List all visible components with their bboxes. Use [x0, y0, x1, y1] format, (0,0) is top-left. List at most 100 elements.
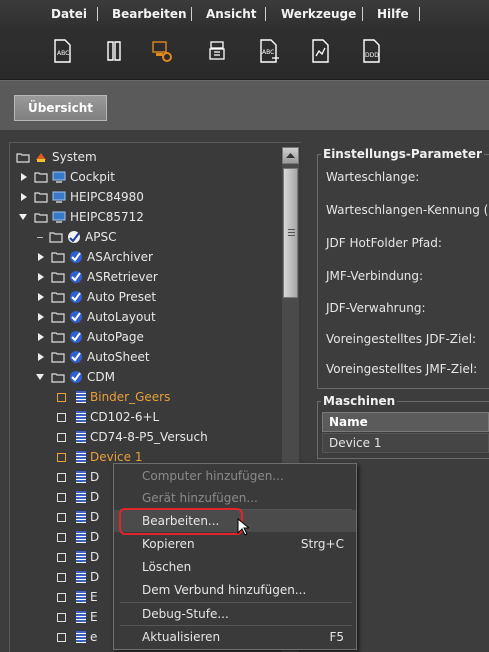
tree-item-cd74[interactable]: CD74-8-P5_Versuch	[57, 427, 208, 447]
param-jmf-ziel: Voreingestelltes JMF-Ziel:	[326, 362, 478, 376]
checkbox-icon[interactable]	[57, 412, 66, 422]
folder-open-icon	[51, 372, 65, 383]
layout-icon[interactable]	[103, 38, 125, 64]
folder-icon	[51, 291, 65, 303]
device-icon	[76, 411, 86, 423]
tree-item-device[interactable]: D	[57, 547, 99, 567]
menu-item-debug-stufe[interactable]: Debug-Stufe...	[114, 603, 356, 625]
checkbox-icon[interactable]	[57, 492, 66, 502]
checkbox-icon[interactable]	[57, 512, 66, 522]
tree-item-auto-preset[interactable]: Auto Preset	[37, 287, 156, 307]
tree-item-heipc85712[interactable]: HEIPC85712	[18, 207, 144, 227]
menu-bearbeiten[interactable]: Bearbeiten	[112, 7, 187, 21]
collapse-arrow-icon[interactable]	[35, 373, 45, 381]
menu-ansicht[interactable]: Ansicht	[206, 7, 256, 21]
ddd-document-icon[interactable]: DDD	[360, 38, 382, 64]
system-icon	[36, 153, 46, 162]
tree-item-device[interactable]: D	[57, 507, 99, 527]
checkbox-icon[interactable]	[57, 612, 66, 622]
param-warteschlange: Warteschlange:	[326, 170, 420, 184]
tree-item-device[interactable]: E	[57, 587, 98, 607]
tree-item-device[interactable]: D	[57, 567, 99, 587]
menu-hilfe[interactable]: Hilfe	[377, 7, 409, 21]
checkbox-icon[interactable]	[57, 452, 66, 462]
folder-open-icon	[16, 152, 30, 163]
menu-item-kopieren[interactable]: Kopieren Strg+C	[114, 533, 356, 555]
checkbox-icon[interactable]	[57, 472, 66, 482]
tab-uebersicht[interactable]: Übersicht	[14, 95, 107, 121]
chart-document-icon[interactable]	[309, 38, 331, 64]
tree-item-cdm[interactable]: CDM	[35, 367, 115, 387]
expand-arrow-icon[interactable]	[37, 332, 45, 342]
device-icon	[76, 451, 86, 463]
tree-item-asretriever[interactable]: ASRetriever	[37, 267, 158, 287]
param-jdf-verwahrung: JDF-Verwahrung:	[326, 301, 426, 315]
document-abc-icon[interactable]: ABC	[51, 38, 73, 64]
service-icon	[70, 251, 82, 263]
expand-arrow-icon[interactable]	[37, 312, 45, 322]
checkbox-icon[interactable]	[57, 552, 66, 562]
checkbox-icon[interactable]	[57, 572, 66, 582]
tree-item-device[interactable]: D	[57, 487, 99, 507]
expand-arrow-icon[interactable]	[37, 252, 45, 262]
param-jmf-verbindung: JMF-Verbindung:	[326, 269, 424, 283]
scroll-up-button[interactable]	[282, 147, 299, 164]
menu-bar: Datei Bearbeiten Ansicht Werkzeuge Hilfe	[0, 0, 489, 30]
tree-item-heipc84980[interactable]: HEIPC84980	[20, 187, 144, 207]
tree-item-device[interactable]: e	[57, 627, 97, 647]
param-jdf-hotfolder: JDF HotFolder Pfad:	[326, 236, 442, 250]
machines-column-header[interactable]: Name	[322, 412, 489, 432]
menu-separator	[97, 7, 98, 21]
device-icon	[76, 511, 86, 523]
tree-item-apsc[interactable]: APSC	[37, 227, 116, 247]
checkbox-icon[interactable]	[57, 632, 66, 642]
folder-open-icon	[34, 212, 48, 223]
device-icon[interactable]	[206, 38, 228, 64]
tree-item-device[interactable]: E	[57, 607, 98, 627]
menu-werkzeuge[interactable]: Werkzeuge	[281, 7, 356, 21]
menu-item-computer-hinzufuegen[interactable]: Computer hinzufügen...	[114, 465, 356, 487]
expand-arrow-icon[interactable]	[37, 272, 45, 282]
computer-gear-icon[interactable]	[151, 38, 173, 64]
menu-separator	[191, 7, 192, 21]
menu-item-loeschen[interactable]: Löschen	[114, 556, 356, 578]
abc-arrow-icon[interactable]: ABC	[258, 38, 280, 64]
settings-params-title: Einstellungs-Parameter	[321, 147, 484, 161]
menu-item-verbund-hinzufuegen[interactable]: Dem Verbund hinzufügen...	[114, 579, 356, 601]
param-warteschlangen-kennung: Warteschlangen-Kennung (De	[326, 203, 489, 217]
checkbox-icon[interactable]	[57, 392, 66, 402]
checkbox-icon[interactable]	[57, 592, 66, 602]
menu-datei[interactable]: Datei	[51, 7, 87, 21]
tree-item-system[interactable]: System	[14, 147, 97, 167]
tree-item-asarchiver[interactable]: ASArchiver	[37, 247, 153, 267]
tree-item-autolayout[interactable]: AutoLayout	[37, 307, 156, 327]
expand-arrow-icon[interactable]	[37, 352, 45, 362]
tree-item-device[interactable]: D	[57, 467, 99, 487]
menu-item-aktualisieren[interactable]: Aktualisieren F5	[114, 626, 356, 648]
device-icon	[76, 591, 86, 603]
tree-item-binder-geers[interactable]: Binder_Geers	[57, 387, 170, 407]
computer-icon	[52, 191, 66, 203]
expand-arrow-icon[interactable]	[20, 172, 28, 182]
folder-icon	[51, 271, 65, 283]
tree-item-cockpit[interactable]: Cockpit	[20, 167, 115, 187]
menu-separator	[265, 7, 266, 21]
folder-icon	[51, 251, 65, 263]
service-icon	[70, 311, 82, 323]
tree-item-device[interactable]: D	[57, 527, 99, 547]
device-icon	[76, 491, 86, 503]
highlight-annotation	[119, 508, 243, 535]
tree-item-cd102[interactable]: CD102-6+L	[57, 407, 159, 427]
checkbox-icon[interactable]	[57, 432, 66, 442]
collapse-arrow-icon[interactable]	[18, 213, 28, 221]
tree-item-autopage[interactable]: AutoPage	[37, 327, 144, 347]
expand-arrow-icon[interactable]	[20, 192, 28, 202]
expand-arrow-icon[interactable]	[37, 292, 45, 302]
tree-item-autosheet[interactable]: AutoSheet	[37, 347, 150, 367]
menu-item-geraet-hinzufuegen[interactable]: Gerät hinzufügen...	[114, 487, 356, 509]
computer-icon	[52, 171, 66, 183]
checkbox-icon[interactable]	[57, 532, 66, 542]
scroll-thumb[interactable]	[283, 168, 298, 298]
menu-separator	[419, 7, 420, 21]
table-row[interactable]: Device 1	[322, 433, 489, 453]
